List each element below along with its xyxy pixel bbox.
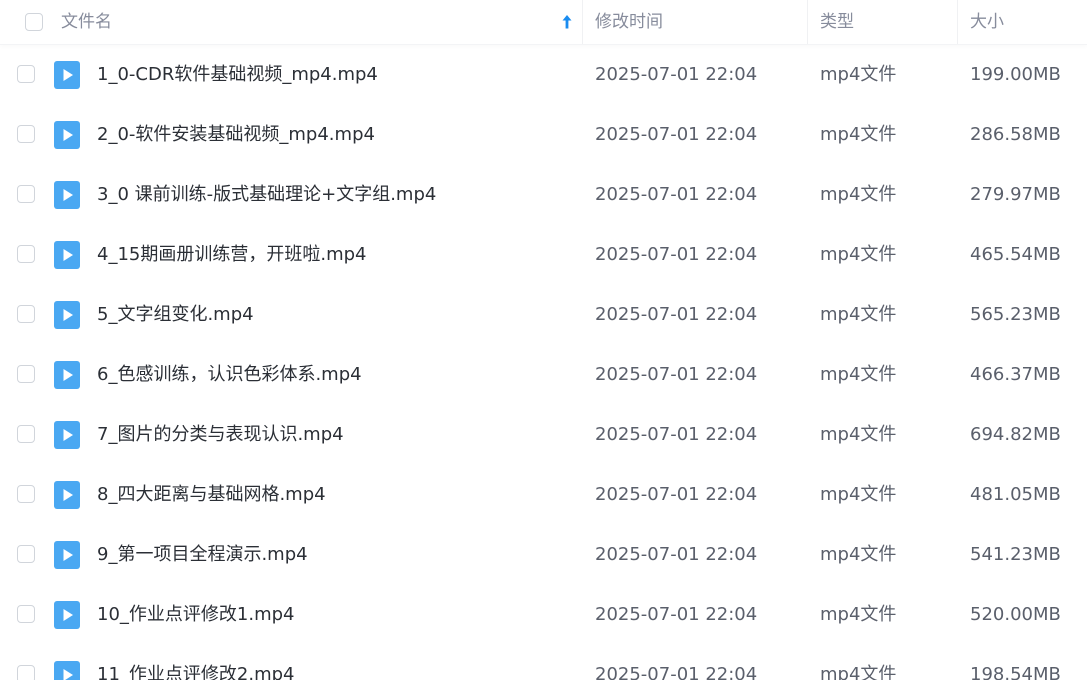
file-name[interactable]: 9_第一项目全程演示.mp4 xyxy=(97,525,308,585)
row-checkbox[interactable] xyxy=(17,65,35,83)
table-row[interactable]: 9_第一项目全程演示.mp4 2025-07-01 22:04 mp4文件 54… xyxy=(0,525,1087,585)
table-row[interactable]: 2_0-软件安装基础视频_mp4.mp4 2025-07-01 22:04 mp… xyxy=(0,105,1087,165)
file-size: 286.58MB xyxy=(970,124,1061,145)
file-type: mp4文件 xyxy=(820,304,897,325)
file-modified-time: 2025-07-01 22:04 xyxy=(595,604,758,625)
table-row[interactable]: 11_作业点评修改2.mp4 2025-07-01 22:04 mp4文件 19… xyxy=(0,645,1087,680)
table-row[interactable]: 10_作业点评修改1.mp4 2025-07-01 22:04 mp4文件 52… xyxy=(0,585,1087,645)
file-type: mp4文件 xyxy=(820,364,897,385)
file-size: 481.05MB xyxy=(970,484,1061,505)
file-type: mp4文件 xyxy=(820,244,897,265)
table-row[interactable]: 8_四大距离与基础网格.mp4 2025-07-01 22:04 mp4文件 4… xyxy=(0,465,1087,525)
file-type: mp4文件 xyxy=(820,184,897,205)
video-file-icon xyxy=(54,601,80,629)
file-name[interactable]: 6_色感训练，认识色彩体系.mp4 xyxy=(97,345,362,405)
file-type: mp4文件 xyxy=(820,424,897,445)
file-name[interactable]: 11_作业点评修改2.mp4 xyxy=(97,645,295,680)
file-modified-time: 2025-07-01 22:04 xyxy=(595,304,758,325)
file-modified-time: 2025-07-01 22:04 xyxy=(595,484,758,505)
file-type: mp4文件 xyxy=(820,64,897,85)
file-type: mp4文件 xyxy=(820,124,897,145)
file-name[interactable]: 1_0-CDR软件基础视频_mp4.mp4 xyxy=(97,45,378,105)
select-all-checkbox[interactable] xyxy=(25,13,43,31)
video-file-icon xyxy=(54,181,80,209)
column-header-type[interactable]: 类型 xyxy=(820,0,854,44)
file-modified-time: 2025-07-01 22:04 xyxy=(595,244,758,265)
file-size: 520.00MB xyxy=(970,604,1061,625)
file-type: mp4文件 xyxy=(820,664,897,680)
file-size: 465.54MB xyxy=(970,244,1061,265)
file-size: 279.97MB xyxy=(970,184,1061,205)
file-name[interactable]: 3_0 课前训练-版式基础理论+文字组.mp4 xyxy=(97,165,436,225)
row-checkbox[interactable] xyxy=(17,305,35,323)
file-name[interactable]: 4_15期画册训练营，开班啦.mp4 xyxy=(97,225,367,285)
file-size: 541.23MB xyxy=(970,544,1061,565)
video-file-icon xyxy=(54,361,80,389)
file-size: 694.82MB xyxy=(970,424,1061,445)
arrow-up-icon[interactable] xyxy=(561,14,573,30)
video-file-icon xyxy=(54,241,80,269)
row-checkbox[interactable] xyxy=(17,365,35,383)
file-type: mp4文件 xyxy=(820,484,897,505)
video-file-icon xyxy=(54,61,80,89)
column-header: 文件名 修改时间 类型 大小 xyxy=(0,0,1087,45)
file-type: mp4文件 xyxy=(820,604,897,625)
video-file-icon xyxy=(54,421,80,449)
row-checkbox[interactable] xyxy=(17,185,35,203)
file-modified-time: 2025-07-01 22:04 xyxy=(595,424,758,445)
file-name[interactable]: 2_0-软件安装基础视频_mp4.mp4 xyxy=(97,105,375,165)
video-file-icon xyxy=(54,481,80,509)
column-divider[interactable] xyxy=(807,0,808,44)
file-name[interactable]: 5_文字组变化.mp4 xyxy=(97,285,254,345)
file-modified-time: 2025-07-01 22:04 xyxy=(595,184,758,205)
column-header-modified[interactable]: 修改时间 xyxy=(595,0,663,44)
file-size: 565.23MB xyxy=(970,304,1061,325)
file-modified-time: 2025-07-01 22:04 xyxy=(595,124,758,145)
file-name[interactable]: 8_四大距离与基础网格.mp4 xyxy=(97,465,326,525)
table-row[interactable]: 3_0 课前训练-版式基础理论+文字组.mp4 2025-07-01 22:04… xyxy=(0,165,1087,225)
file-rows: 1_0-CDR软件基础视频_mp4.mp4 2025-07-01 22:04 m… xyxy=(0,45,1087,680)
file-modified-time: 2025-07-01 22:04 xyxy=(595,364,758,385)
file-size: 466.37MB xyxy=(970,364,1061,385)
table-row[interactable]: 7_图片的分类与表现认识.mp4 2025-07-01 22:04 mp4文件 … xyxy=(0,405,1087,465)
file-size: 198.54MB xyxy=(970,664,1061,680)
video-file-icon xyxy=(54,121,80,149)
row-checkbox[interactable] xyxy=(17,245,35,263)
video-file-icon xyxy=(54,541,80,569)
row-checkbox[interactable] xyxy=(17,125,35,143)
row-checkbox[interactable] xyxy=(17,485,35,503)
column-header-name[interactable]: 文件名 xyxy=(61,0,112,44)
video-file-icon xyxy=(54,661,80,680)
row-checkbox[interactable] xyxy=(17,605,35,623)
file-name[interactable]: 10_作业点评修改1.mp4 xyxy=(97,585,295,645)
row-checkbox[interactable] xyxy=(17,425,35,443)
file-modified-time: 2025-07-01 22:04 xyxy=(595,64,758,85)
row-checkbox[interactable] xyxy=(17,545,35,563)
table-row[interactable]: 4_15期画册训练营，开班啦.mp4 2025-07-01 22:04 mp4文… xyxy=(0,225,1087,285)
file-type: mp4文件 xyxy=(820,544,897,565)
file-modified-time: 2025-07-01 22:04 xyxy=(595,664,758,680)
column-divider[interactable] xyxy=(957,0,958,44)
table-row[interactable]: 6_色感训练，认识色彩体系.mp4 2025-07-01 22:04 mp4文件… xyxy=(0,345,1087,405)
table-row[interactable]: 1_0-CDR软件基础视频_mp4.mp4 2025-07-01 22:04 m… xyxy=(0,45,1087,105)
file-size: 199.00MB xyxy=(970,64,1061,85)
row-checkbox[interactable] xyxy=(17,665,35,680)
table-row[interactable]: 5_文字组变化.mp4 2025-07-01 22:04 mp4文件 565.2… xyxy=(0,285,1087,345)
file-name[interactable]: 7_图片的分类与表现认识.mp4 xyxy=(97,405,344,465)
column-divider[interactable] xyxy=(582,0,583,44)
file-modified-time: 2025-07-01 22:04 xyxy=(595,544,758,565)
column-header-size[interactable]: 大小 xyxy=(970,0,1004,44)
file-list: 文件名 修改时间 类型 大小 1_0-CDR软件基础视频_mp4.mp4 202… xyxy=(0,0,1087,680)
video-file-icon xyxy=(54,301,80,329)
